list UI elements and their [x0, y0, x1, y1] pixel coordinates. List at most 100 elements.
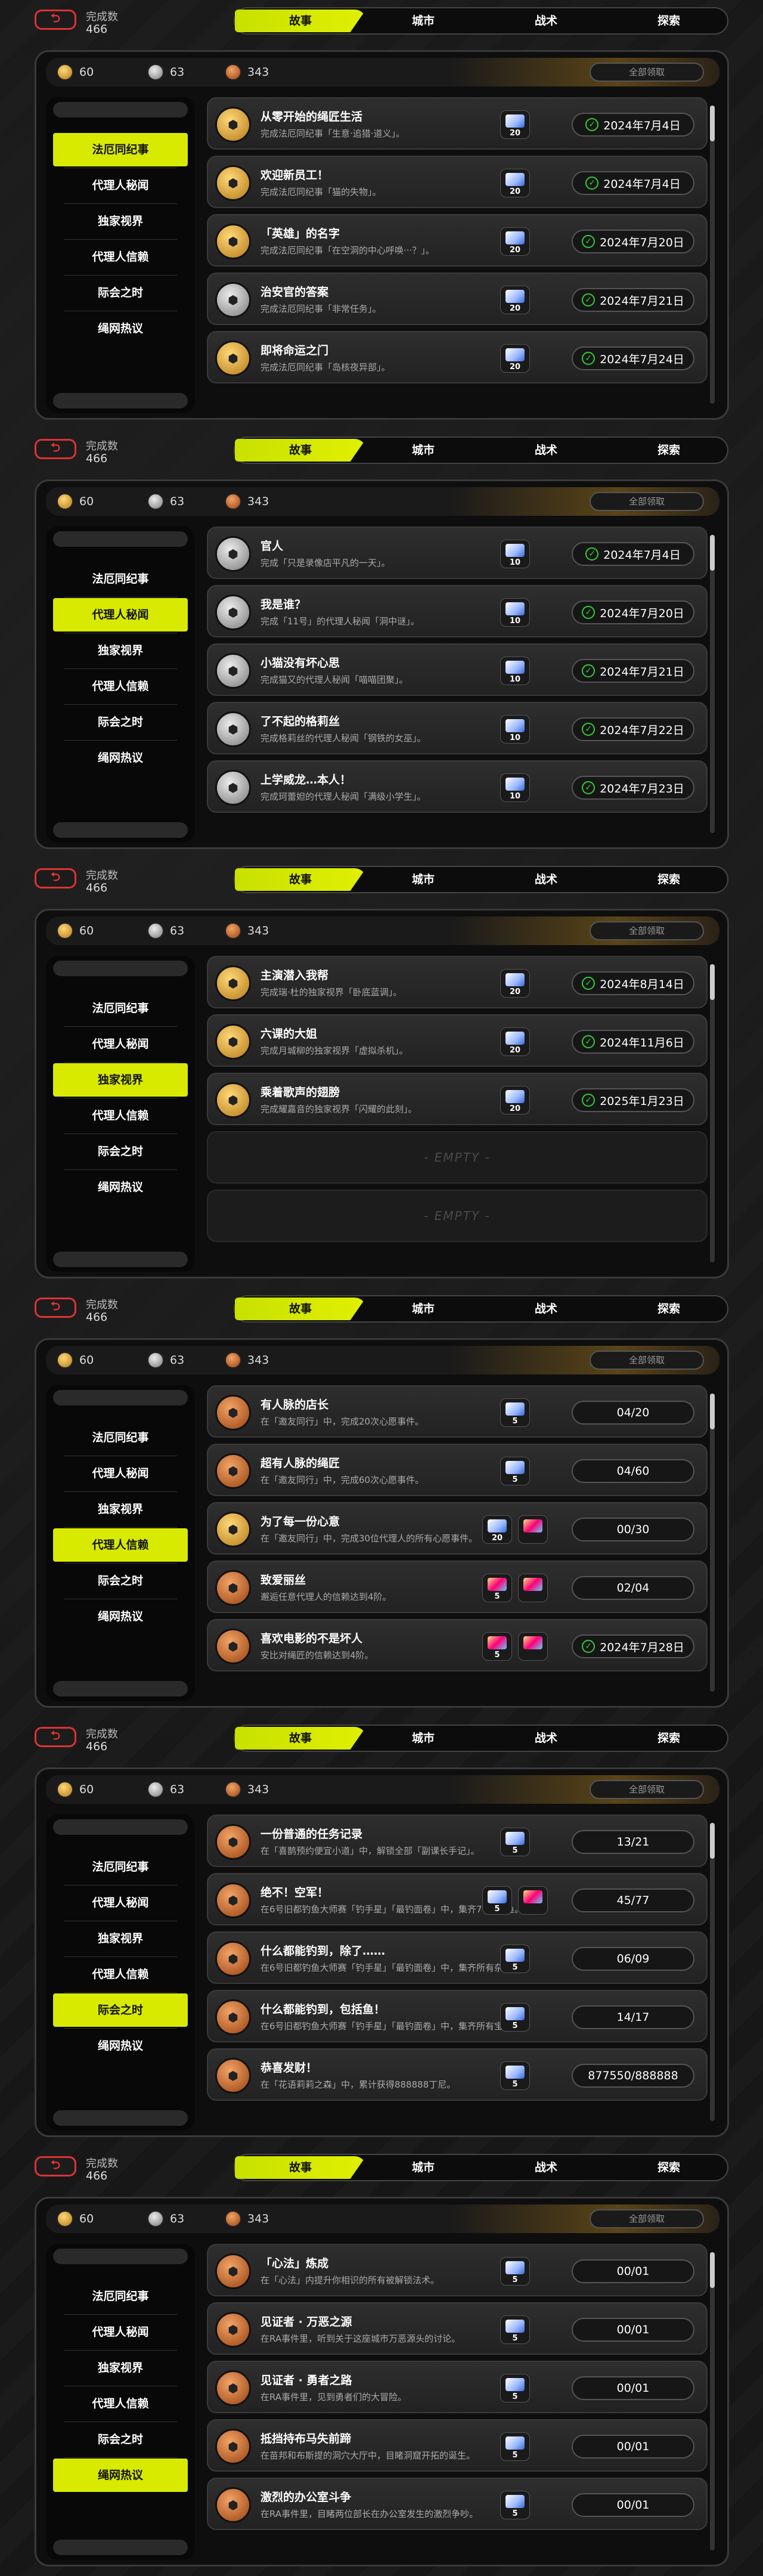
reward-chip[interactable]: 5: [482, 1886, 512, 1915]
tab-0[interactable]: 故事: [235, 1298, 366, 1320]
sidebar-item-1[interactable]: 代理人秘闻: [53, 598, 188, 631]
reward-chip[interactable]: 20: [500, 110, 530, 139]
reward-chip[interactable]: 10: [500, 540, 530, 568]
tab-1[interactable]: 城市: [358, 2156, 489, 2179]
reward-chip[interactable]: [518, 1632, 548, 1661]
sidebar-item-0[interactable]: 法厄同纪事: [53, 992, 188, 1025]
achievement-item[interactable]: ⬢ 超有人脉的绳匠 在「邀友同行」中，完成60次心愿事件。 5 04/60: [207, 1444, 708, 1496]
achievement-item[interactable]: ⬢ 六课的大姐 完成月城柳的独家视界「虚拟杀机」。 20 ✓ 2024年11月6日: [207, 1014, 708, 1067]
tab-3[interactable]: 探索: [603, 1727, 734, 1750]
back-button[interactable]: ⮌: [35, 10, 76, 30]
achievement-item[interactable]: ⬢ 喜欢电影的不是坏人 安比对绳匠的信赖达到4阶。 5 ✓ 2024年7月28日: [207, 1619, 708, 1671]
reward-chip[interactable]: [518, 1886, 548, 1915]
claim-all-button[interactable]: 全部领取: [590, 63, 704, 82]
claim-all-button[interactable]: 全部领取: [590, 2209, 704, 2228]
sidebar-item-1[interactable]: 代理人秘闻: [53, 1886, 188, 1919]
scrollbar-thumb[interactable]: [710, 964, 715, 1000]
achievement-item[interactable]: ⬢ 抵挡持布马失前蹄 在苗邦和布斯提的洞穴大厅中，目睹洞窟开拓的诞生。 5 00/01: [207, 2419, 708, 2472]
reward-chip[interactable]: 5: [500, 2374, 530, 2402]
sidebar-item-1[interactable]: 代理人秘闻: [53, 2315, 188, 2349]
sidebar-item-4[interactable]: 际会之时: [53, 2423, 188, 2456]
sidebar-item-5[interactable]: 绳网热议: [53, 2459, 188, 2492]
sidebar-item-2[interactable]: 独家视界: [53, 2351, 188, 2385]
tab-3[interactable]: 探索: [603, 2156, 734, 2179]
sidebar-item-5[interactable]: 绳网热议: [53, 312, 188, 345]
achievement-item[interactable]: ⬢ 欢迎新员工！ 完成法厄同纪事「猫的失物」。 20 ✓ 2024年7月4日: [207, 156, 708, 208]
claim-all-button[interactable]: 全部领取: [590, 492, 704, 511]
achievement-item[interactable]: ⬢ 绝不！空军！ 在6号旧都钓鱼大师赛「钓手星」「最钓面卷」中，集齐77种鳍鱼。 5 4…: [207, 1873, 708, 1925]
claim-all-button[interactable]: 全部领取: [590, 1351, 704, 1370]
tab-2[interactable]: 战术: [480, 868, 612, 891]
achievement-item[interactable]: ⬢ 乘着歌声的翅膀 完成耀嘉音的独家视界「闪耀的此刻」。 20 ✓ 2025年1月23日: [207, 1073, 708, 1125]
reward-chip[interactable]: 5: [500, 2491, 530, 2519]
sidebar-item-2[interactable]: 独家视界: [53, 634, 188, 667]
list-scrollbar[interactable]: [710, 1394, 715, 1692]
sidebar-item-3[interactable]: 代理人信赖: [53, 670, 188, 703]
tab-1[interactable]: 城市: [358, 1727, 489, 1750]
list-scrollbar[interactable]: [710, 1823, 715, 2121]
sidebar-item-2[interactable]: 独家视界: [53, 1493, 188, 1526]
tab-2[interactable]: 战术: [480, 439, 612, 462]
sidebar-item-2[interactable]: 独家视界: [53, 205, 188, 238]
achievement-item[interactable]: ⬢ 上学威龙…本人！ 完成珂蕾妲的代理人秘闻「满级小学生」。 10 ✓ 2024年7月23…: [207, 760, 708, 813]
list-scrollbar[interactable]: [710, 964, 715, 1262]
sidebar-item-5[interactable]: 绳网热议: [53, 2029, 188, 2063]
achievement-item[interactable]: ⬢ 小猫没有坏心思 完成猫又的代理人秘闻「喵喵团聚」。 10 ✓ 2024年7月21日: [207, 643, 708, 696]
back-button[interactable]: ⮌: [35, 1727, 76, 1747]
tab-1[interactable]: 城市: [358, 868, 489, 891]
sidebar-item-0[interactable]: 法厄同纪事: [53, 562, 188, 596]
sidebar-item-4[interactable]: 际会之时: [53, 705, 188, 739]
reward-chip[interactable]: 20: [500, 344, 530, 373]
sidebar-item-4[interactable]: 际会之时: [53, 1564, 188, 1597]
tab-0[interactable]: 故事: [235, 868, 366, 891]
reward-chip[interactable]: [518, 1574, 548, 1602]
claim-all-button[interactable]: 全部领取: [590, 1780, 704, 1799]
achievement-item[interactable]: ⬢ 恭喜发财！ 在「花语莉莉之森」中，累计获得888888丁尼。 5 877550/88…: [207, 2048, 708, 2101]
reward-chip[interactable]: 20: [500, 969, 530, 998]
sidebar-item-1[interactable]: 代理人秘闻: [53, 169, 188, 202]
list-scrollbar[interactable]: [710, 2252, 715, 2550]
back-button[interactable]: ⮌: [35, 439, 76, 459]
achievement-item[interactable]: ⬢ 见证者 · 万恶之源 在RA事件里，听到关于这座城市万恶源头的讨论。 5 00/01: [207, 2302, 708, 2355]
sidebar-item-3[interactable]: 代理人信赖: [53, 2387, 188, 2420]
reward-chip[interactable]: 5: [500, 2061, 530, 2090]
achievement-item[interactable]: ⬢ 激烈的办公室斗争 在RA事件里，目睹两位部长在办公室发生的激烈争吵。 5 00/01: [207, 2478, 708, 2530]
scrollbar-thumb[interactable]: [710, 2252, 715, 2288]
achievement-item[interactable]: ⬢ 主演潜入我帮 完成瑞·杜的独家视界「卧底蓝调」。 20 ✓ 2024年8月14日: [207, 956, 708, 1008]
reward-chip[interactable]: 5: [500, 1457, 530, 1485]
list-scrollbar[interactable]: [710, 535, 715, 833]
reward-chip[interactable]: [518, 1515, 548, 1544]
reward-chip[interactable]: 20: [500, 1086, 530, 1114]
tab-0[interactable]: 故事: [235, 1727, 366, 1750]
tab-2[interactable]: 战术: [480, 1727, 612, 1750]
sidebar-item-1[interactable]: 代理人秘闻: [53, 1457, 188, 1490]
sidebar-item-0[interactable]: 法厄同纪事: [53, 1421, 188, 1454]
sidebar-item-5[interactable]: 绳网热议: [53, 1171, 188, 1204]
sidebar-item-2[interactable]: 独家视界: [53, 1063, 188, 1097]
claim-all-button[interactable]: 全部领取: [590, 921, 704, 940]
achievement-item[interactable]: ⬢ 什么都能钓到，除了…… 在6号旧都钓鱼大师赛「钓手星」「最钓面卷」中，集齐所有杂…: [207, 1931, 708, 1984]
sidebar-item-4[interactable]: 际会之时: [53, 276, 188, 309]
achievement-item[interactable]: ⬢ 「英雄」的名字 完成法厄同纪事「在空洞的中心呼唤···？」。 20 ✓ 2024年7月…: [207, 214, 708, 267]
reward-chip[interactable]: 10: [500, 715, 530, 744]
sidebar-item-3[interactable]: 代理人信赖: [53, 1099, 188, 1132]
achievement-item[interactable]: ⬢ 「心法」炼成 在「心法」内提升你相识的所有被解锁法术。 5 00/01: [207, 2244, 708, 2296]
sidebar-item-5[interactable]: 绳网热议: [53, 1600, 188, 1633]
reward-chip[interactable]: 5: [500, 2315, 530, 2344]
achievement-item[interactable]: ⬢ 一份普通的任务记录 在「喜鹊预约便宜小道」中，解锁全部「副课长手记」。 5 13/2…: [207, 1815, 708, 1867]
achievement-item[interactable]: ⬢ 从零开始的绳匠生活 完成法厄同纪事「生意·追猎·道义」。 20 ✓ 2024年7月4日: [207, 97, 708, 150]
achievement-item[interactable]: ⬢ 我是谁？ 完成「11号」的代理人秘闻「洞中谜」。 10 ✓ 2024年7月20日: [207, 585, 708, 637]
scrollbar-thumb[interactable]: [710, 1823, 715, 1859]
reward-chip[interactable]: 5: [500, 2003, 530, 2032]
sidebar-item-3[interactable]: 代理人信赖: [53, 1528, 188, 1562]
reward-chip[interactable]: 20: [500, 286, 530, 314]
tab-3[interactable]: 探索: [603, 10, 734, 32]
tab-0[interactable]: 故事: [235, 439, 366, 462]
reward-chip[interactable]: 10: [500, 657, 530, 685]
back-button[interactable]: ⮌: [35, 868, 76, 888]
reward-chip[interactable]: 5: [500, 1828, 530, 1856]
tab-3[interactable]: 探索: [603, 868, 734, 891]
list-scrollbar[interactable]: [710, 106, 715, 404]
tab-3[interactable]: 探索: [603, 1298, 734, 1320]
reward-chip[interactable]: 5: [482, 1574, 512, 1602]
